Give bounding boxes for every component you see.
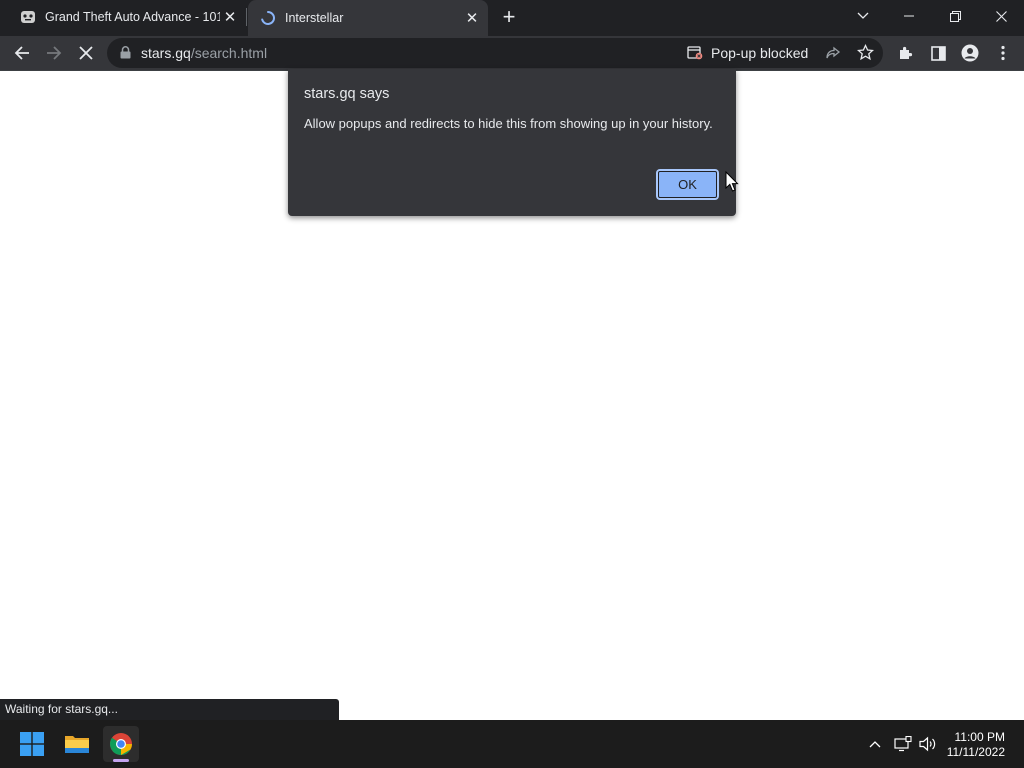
network-button[interactable] <box>893 734 913 754</box>
popup-blocked-label: Pop-up blocked <box>711 45 809 61</box>
popup-blocked-icon <box>687 46 703 60</box>
clock-date: 11/11/2022 <box>946 745 1005 759</box>
ok-button[interactable]: OK <box>656 169 719 200</box>
close-icon <box>995 10 1007 22</box>
url-host: stars.gq <box>141 45 191 61</box>
tab-interstellar[interactable]: Interstellar ✕ <box>248 0 488 36</box>
new-tab-button[interactable]: + <box>498 6 520 28</box>
forward-arrow-icon <box>47 46 62 60</box>
close-window-button[interactable] <box>978 0 1024 32</box>
clock[interactable]: 11:00 PM 11/11/2022 <box>947 730 1005 760</box>
menu-button[interactable] <box>989 39 1017 67</box>
back-arrow-icon <box>14 46 29 60</box>
profile-avatar-icon <box>961 44 979 62</box>
address-bar[interactable]: stars.gq/search.html Pop-up blocked <box>107 38 883 68</box>
tab-separator <box>246 8 247 26</box>
stop-x-icon <box>79 46 93 60</box>
minimize-icon <box>904 15 914 17</box>
volume-button[interactable] <box>918 734 938 754</box>
windows-start-icon <box>20 732 44 756</box>
profile-button[interactable] <box>956 39 984 67</box>
tab-close-icon[interactable]: ✕ <box>462 8 482 28</box>
dialog-title: stars.gq says <box>304 86 390 102</box>
tab-title: Grand Theft Auto Advance - 101... <box>45 10 220 24</box>
url-path: /search.html <box>190 45 268 61</box>
network-icon <box>894 736 912 752</box>
side-panel-icon <box>930 45 946 61</box>
chevron-up-icon <box>869 741 881 748</box>
minimize-button[interactable] <box>886 0 932 32</box>
file-explorer-icon <box>65 736 89 753</box>
dialog-message: Allow popups and redirects to hide this … <box>304 116 713 131</box>
windows-taskbar: 11:00 PM 11/11/2022 <box>0 720 1024 768</box>
tab-title: Interstellar <box>285 11 344 25</box>
tab-close-icon[interactable]: ✕ <box>220 7 240 27</box>
stop-loading-button[interactable] <box>72 39 100 67</box>
bookmark-star-icon[interactable] <box>857 44 874 61</box>
start-button[interactable] <box>14 726 50 762</box>
speaker-volume-icon <box>919 736 936 752</box>
browser-toolbar: stars.gq/search.html Pop-up blocked <box>0 36 1024 70</box>
url-text[interactable]: stars.gq/search.html <box>141 45 267 61</box>
back-button[interactable] <box>8 39 36 67</box>
clock-time: 11:00 PM <box>954 730 1005 744</box>
status-bubble: Waiting for stars.gq... <box>0 699 339 720</box>
side-panel-button[interactable] <box>924 39 952 67</box>
tab-strip: Grand Theft Auto Advance - 101... ✕ Inte… <box>0 0 1024 36</box>
chrome-taskbar-button[interactable] <box>103 726 139 762</box>
active-app-indicator <box>113 759 129 762</box>
puzzle-piece-icon <box>900 46 913 59</box>
alert-dialog: stars.gq says Allow popups and redirects… <box>288 69 736 216</box>
forward-button[interactable] <box>40 39 68 67</box>
restore-icon <box>949 10 961 22</box>
chevron-down-icon <box>857 12 869 19</box>
tab-search-button[interactable] <box>840 0 886 32</box>
show-hidden-icons-button[interactable] <box>865 734 885 754</box>
popup-blocked-chip[interactable]: Pop-up blocked <box>687 43 808 63</box>
lock-icon <box>120 46 131 59</box>
tab-gta-advance[interactable]: Grand Theft Auto Advance - 101... ✕ <box>8 0 246 34</box>
mouse-pointer-icon <box>725 171 739 192</box>
extensions-button[interactable] <box>892 39 920 67</box>
game-favicon-icon <box>21 11 35 23</box>
share-icon[interactable] <box>825 45 841 61</box>
kebab-menu-icon <box>1001 45 1005 61</box>
loading-spinner-icon <box>261 11 275 25</box>
file-explorer-button[interactable] <box>59 726 95 762</box>
chrome-icon <box>110 733 132 755</box>
restore-button[interactable] <box>932 0 978 32</box>
